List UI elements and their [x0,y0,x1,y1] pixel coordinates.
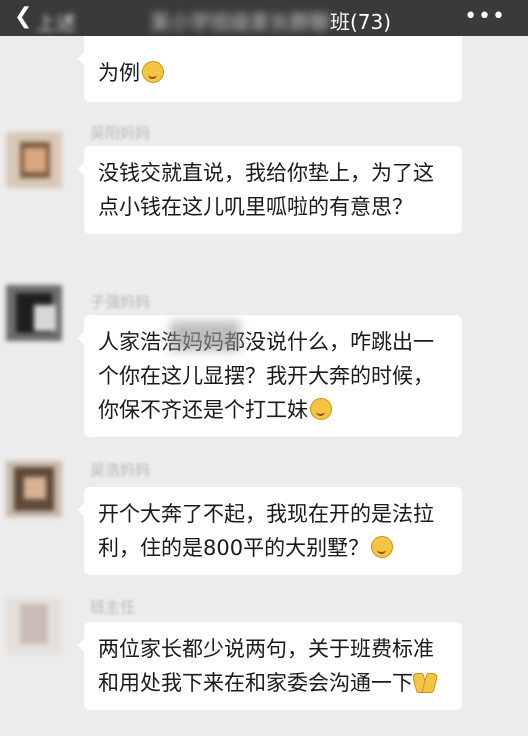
chat-title: 某小学班级家长群聊班(73) [150,6,391,35]
back-label[interactable]: 上述 [36,7,76,36]
chevron-left-icon[interactable]: ❮ [14,4,32,29]
message-bubble[interactable]: 开个大奔了不起，我现在开的是法拉利，住的是800平的大别墅？ [77,487,462,575]
chat-member-count: 班(73) [330,10,392,34]
kiss-emoji-icon [371,536,394,558]
message-bubble[interactable]: 没钱交就直说，我给你垫上，为了这点小钱在这儿叽里呱啦的有意思？ [77,146,462,234]
message-text: 没钱交就直说，我给你垫上，为了这点小钱在这儿叽里呱啦的有意思？ [98,161,434,219]
chat-header: ❮ 上述 某小学班级家长群聊班(73) ••• [0,0,528,36]
more-dots-icon[interactable]: ••• [464,4,506,29]
smirk-emoji-icon [310,398,332,420]
message-text: 两位家长都少说两句，关于班费标准和用处我下来在和家委会沟通一下 [98,637,434,695]
chat-title-blurred: 某小学班级家长群聊 [150,10,330,34]
message-text: 人家浩浩妈妈都没说什么，咋跳出一个你在这儿显摆？我开大奔的时候，你保不齐还是个打… [98,330,434,422]
sender-name: 子强妈妈 [90,293,151,311]
avatar[interactable] [6,461,62,517]
message-text: 为例 [98,61,140,85]
avatar[interactable] [6,132,62,188]
sender-name: 吴阳妈妈 [90,124,151,142]
avatar[interactable] [6,598,62,654]
smile-emoji-icon [142,61,164,83]
sender-name: 吴浩妈妈 [90,461,151,479]
message-bubble[interactable]: 为例 [77,36,462,102]
message-bubble[interactable]: 人家浩浩妈妈都没说什么，咋跳出一个你在这儿显摆？我开大奔的时候，你保不齐还是个打… [77,315,462,437]
message-bubble[interactable]: 两位家长都少说两句，关于班费标准和用处我下来在和家委会沟通一下 [77,622,462,710]
pray-hands-emoji-icon [413,673,437,693]
avatar[interactable] [6,285,62,341]
redaction-smudge [170,321,240,351]
sender-name: 班主任 [90,598,136,616]
